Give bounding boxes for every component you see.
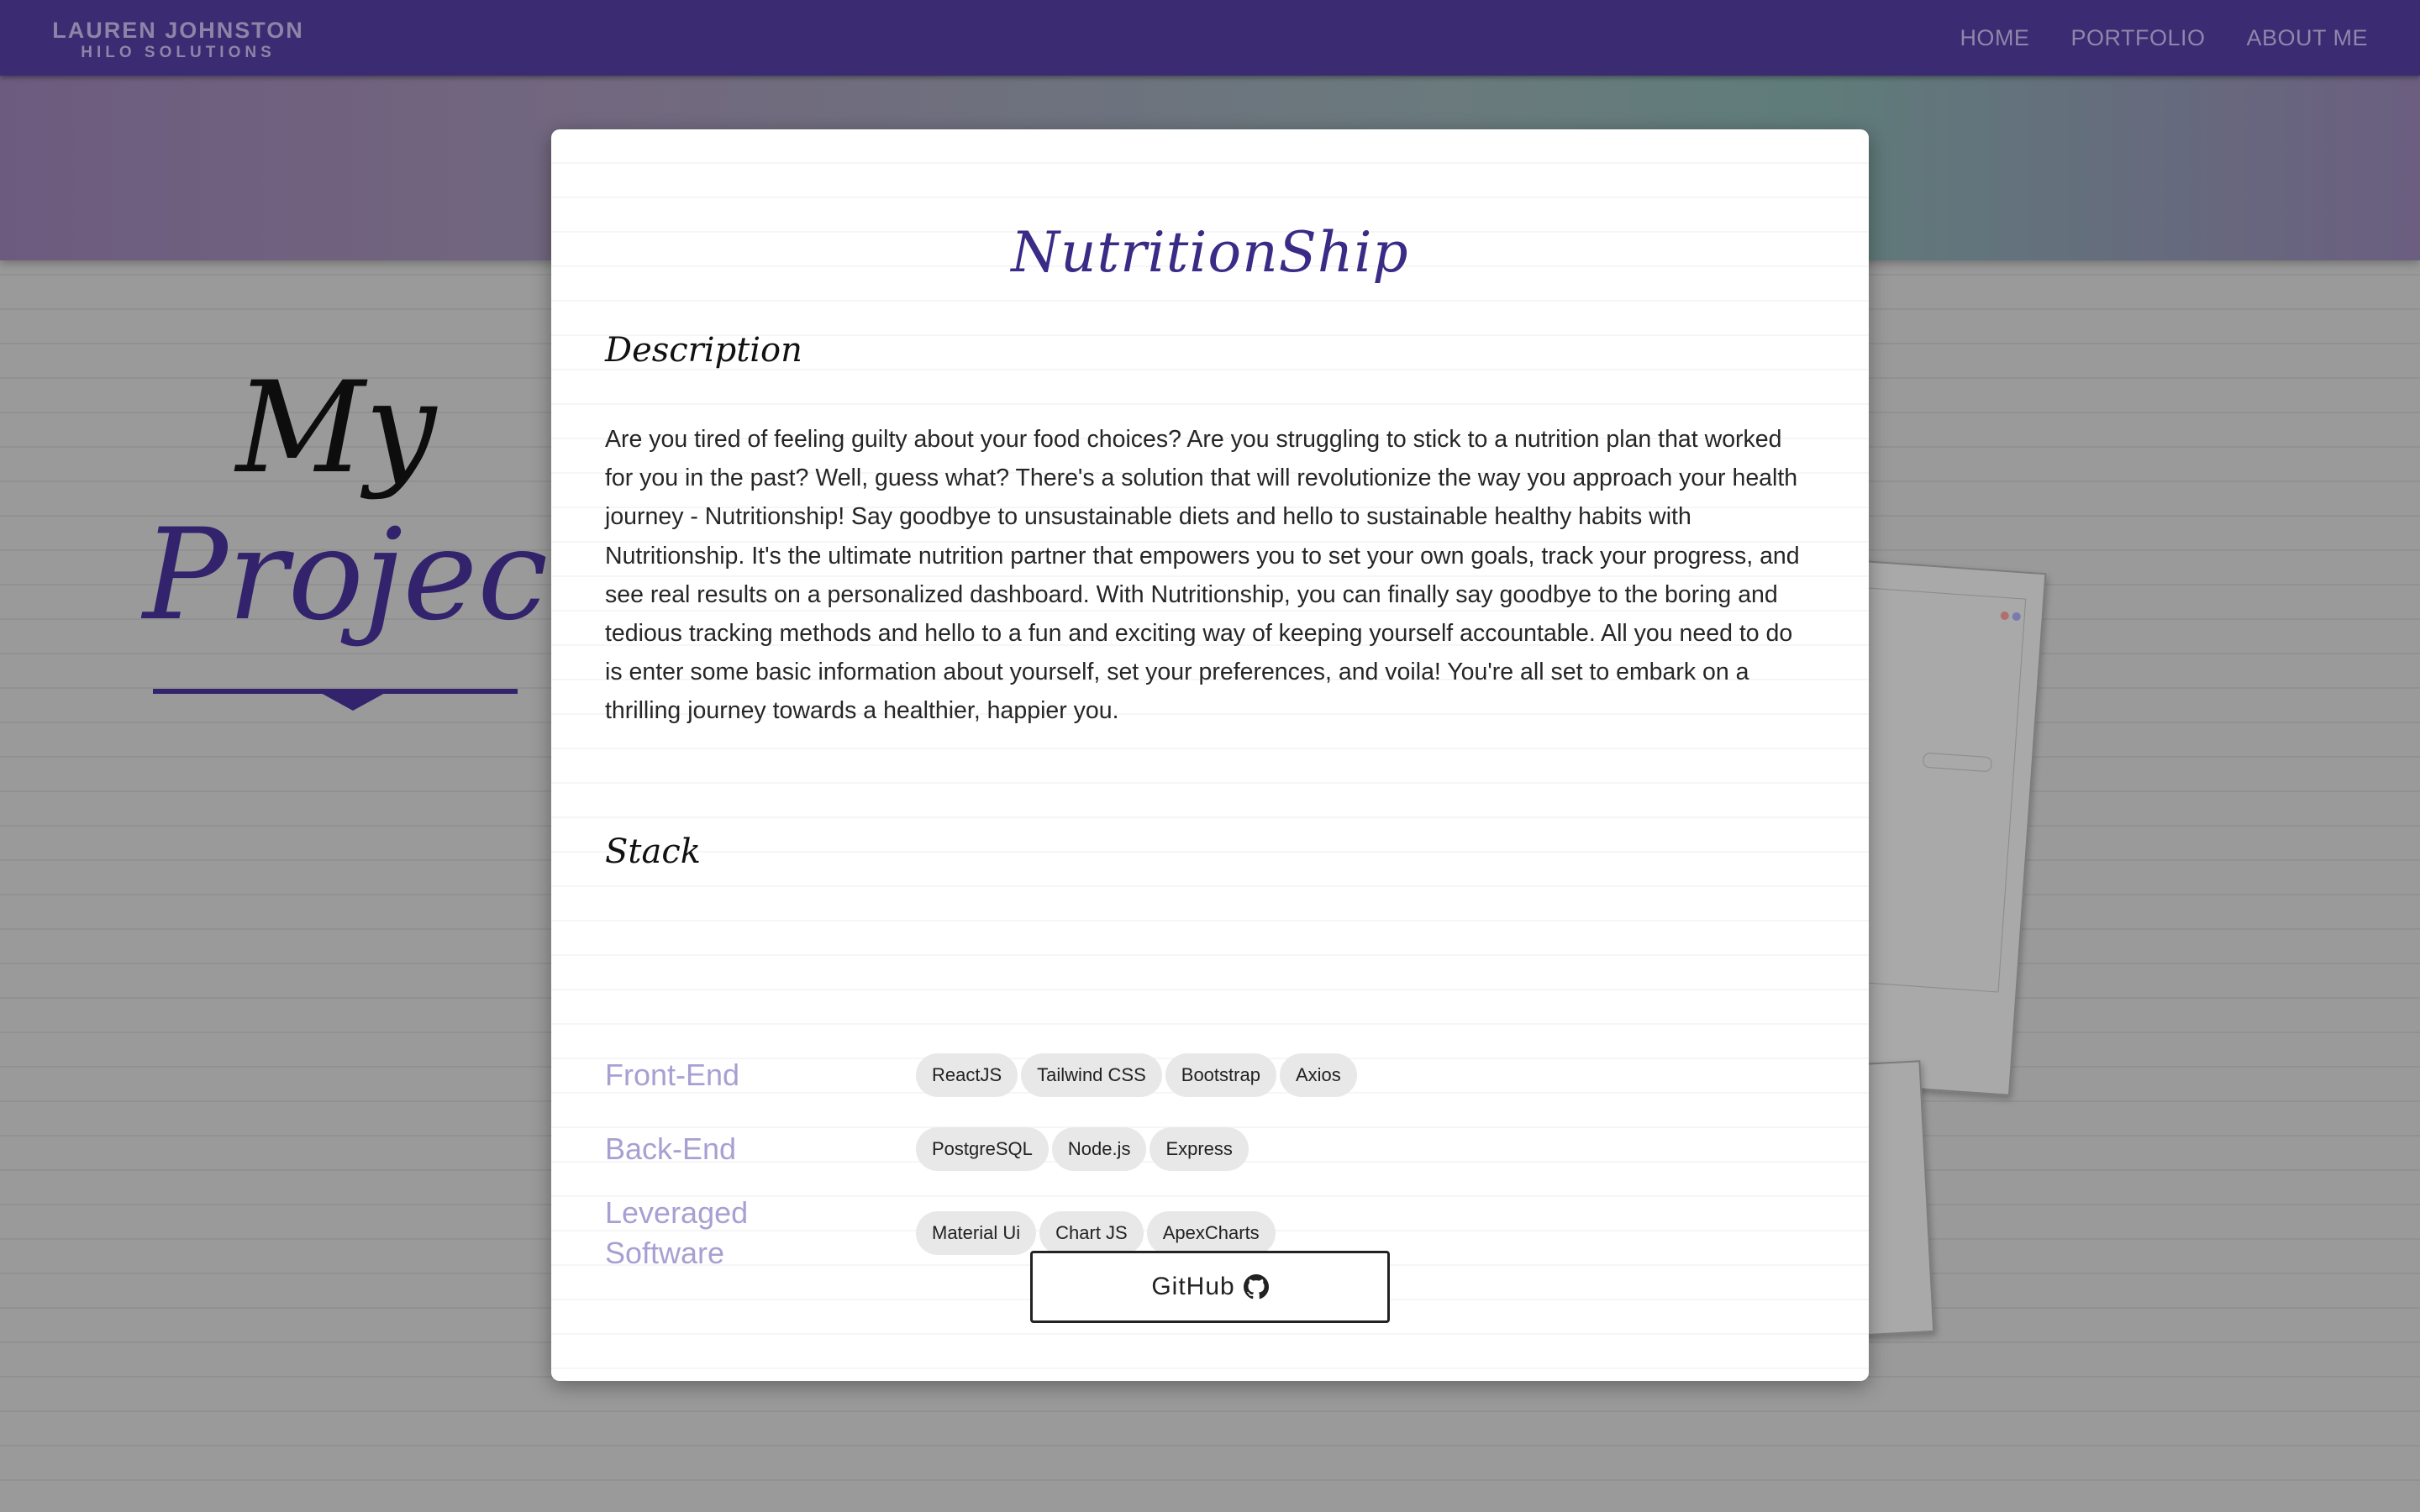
stack-pill: ApexCharts [1146, 1211, 1276, 1255]
heading-projects: Projects [143, 502, 664, 648]
stack-pill: Bootstrap [1165, 1053, 1276, 1097]
my-projects-heading: My Projects [143, 355, 664, 711]
heading-my: My [235, 355, 437, 501]
stack-label: Leveraged Software [605, 1195, 749, 1270]
github-button[interactable]: GitHub [1030, 1251, 1390, 1323]
stack-label: Front-End [605, 1058, 740, 1092]
project-modal: NutritionShip Description Are you tired … [551, 129, 1869, 1381]
stack-pills: ReactJS Tailwind CSS Bootstrap Axios [916, 1053, 1357, 1097]
brand-logo[interactable]: LAUREN JOHNSTON HILO SOLUTIONS [52, 17, 304, 62]
nav-about-link[interactable]: ABOUT ME [2246, 25, 2368, 51]
project-title: NutritionShip [1011, 220, 1409, 285]
description-heading: Description [605, 331, 802, 370]
github-icon [1243, 1274, 1269, 1299]
brand-subtitle: HILO SOLUTIONS [81, 44, 276, 61]
nav-home-link[interactable]: HOME [1960, 25, 2029, 51]
description-text: Are you tired of feeling guilty about yo… [605, 426, 1800, 725]
screenshot-dot-icon [2012, 612, 2022, 622]
screenshot-dot-icon [2000, 611, 2010, 621]
stack-pills: Material Ui Chart JS ApexCharts [916, 1211, 1276, 1255]
stack-pill: Express [1150, 1127, 1249, 1171]
stack-pill: PostgreSQL [916, 1127, 1049, 1171]
screenshot-pill [1922, 752, 1992, 773]
stack-pill: ReactJS [916, 1053, 1018, 1097]
nav-portfolio-link[interactable]: PORTFOLIO [2070, 25, 2205, 51]
stack-row-back-end: Back-End PostgreSQL Node.js Express [605, 1127, 1815, 1171]
main-nav: HOME PORTFOLIO ABOUT ME [1960, 25, 2368, 51]
stack-pill: Tailwind CSS [1021, 1053, 1162, 1097]
stack-pill: Material Ui [916, 1211, 1037, 1255]
heading-underline-tip [319, 692, 387, 711]
stack-heading: Stack [605, 832, 701, 871]
stack-pill: Axios [1279, 1053, 1357, 1097]
stack-label: Back-End [605, 1131, 737, 1166]
stack-pills: PostgreSQL Node.js Express [916, 1127, 1249, 1171]
stack-pill: Node.js [1051, 1127, 1147, 1171]
top-navbar: LAUREN JOHNSTON HILO SOLUTIONS HOME PORT… [0, 0, 2420, 76]
brand-name: LAUREN JOHNSTON [52, 18, 304, 43]
github-button-label: GitHub [1151, 1273, 1235, 1300]
stack-row-front-end: Front-End ReactJS Tailwind CSS Bootstrap… [605, 1053, 1815, 1097]
stack-pill: Chart JS [1039, 1211, 1144, 1255]
